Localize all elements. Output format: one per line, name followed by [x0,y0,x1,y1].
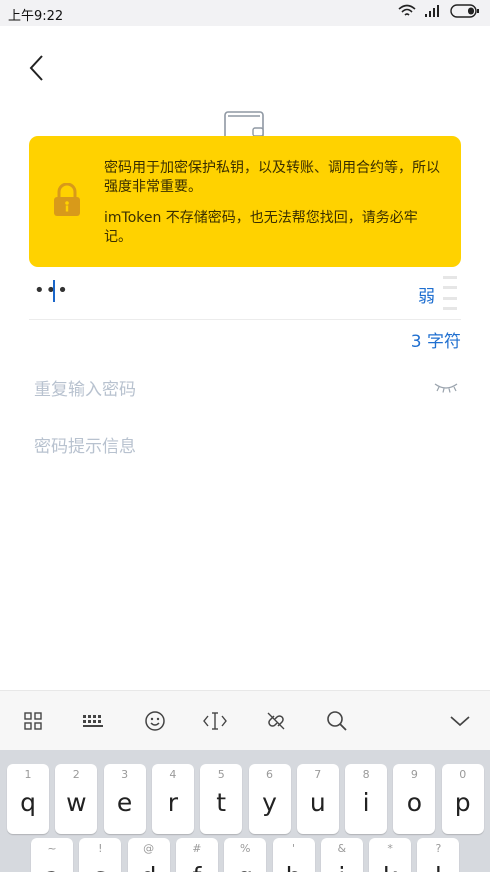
signal-icon [425,5,439,17]
key-q[interactable]: 1q [7,764,49,834]
key-secondary-label: * [387,842,393,855]
key-t[interactable]: 5t [200,764,243,834]
key-e[interactable]: 3e [103,764,146,834]
key-w[interactable]: 2w [55,764,98,834]
cursor-icon[interactable] [201,707,229,735]
key-i[interactable]: 8i [345,764,388,834]
key-u[interactable]: 7u [296,764,339,834]
key-secondary-label: @ [143,842,155,855]
key-o[interactable]: 9o [393,764,436,834]
grid-icon[interactable] [19,707,47,735]
eye-closed-icon[interactable] [433,382,459,394]
key-label: g [224,862,266,872]
key-p[interactable]: 0p [441,764,484,834]
key-label: r [167,788,179,817]
key-secondary-label: % [239,842,251,855]
search-icon[interactable] [323,707,351,735]
key-secondary-label: 0 [459,768,467,781]
key-secondary-label: ! [98,842,103,855]
key-k[interactable]: *k [369,838,412,872]
status-bar: 上午9:22 [0,0,490,26]
key-label: j [321,862,363,872]
key-l[interactable]: ?l [417,838,460,872]
key-secondary-label: 5 [217,768,225,781]
key-secondary-label: 3 [121,768,129,781]
collapse-icon[interactable] [446,707,474,735]
key-secondary-label: # [192,842,202,855]
key-label: t [216,788,227,817]
keyboard-icon[interactable] [79,707,107,735]
key-label: w [66,788,87,817]
key-label: y [262,788,277,817]
link-icon[interactable] [262,707,290,735]
key-a[interactable]: ~a [31,838,73,872]
key-label: p [454,788,471,817]
emoji-icon[interactable] [141,707,169,735]
key-label: f [176,862,218,872]
key-secondary-label: ~ [47,842,57,855]
wifi-icon [398,4,416,16]
key-label: s [79,862,121,872]
keyboard-toolbar [0,690,490,750]
key-label: l [417,862,459,872]
key-secondary-label: 6 [266,768,273,781]
key-label: d [128,862,170,872]
strength-meter [443,276,457,310]
key-r[interactable]: 4r [151,764,194,834]
key-secondary-label: 8 [362,768,370,781]
status-time: 上午9:22 [8,9,64,24]
key-secondary-label: ? [435,842,442,855]
key-f[interactable]: #f [175,838,218,872]
key-label: e [116,788,133,817]
key-label: a [31,862,73,872]
back-arrow-icon [29,55,43,81]
key-secondary-label: 7 [314,768,322,781]
password-tip-popup: 密码用于加密保护私钥，以及转账、调用合约等，所以强度非常重要。 imToken … [29,136,461,267]
key-y[interactable]: 6y [248,764,291,834]
key-d[interactable]: @d [127,838,170,872]
repeat-password-input[interactable] [34,380,394,400]
status-icons [398,4,480,18]
soft-keyboard: 1q2w3e4r5t6y7u8i9o0p ~a!s@d#f%g'h&j*k?l [0,750,490,872]
key-secondary-label: 2 [72,768,80,781]
tip-text-2: imToken 不存储密码，也无法帮您找回，请务必牢记。 [104,210,418,245]
password-value: ••• [34,280,69,301]
battery-icon [450,4,479,18]
key-secondary-label: 4 [169,768,177,781]
key-label: h [273,862,315,872]
key-g[interactable]: %g [224,838,267,872]
key-label: k [369,862,411,872]
key-secondary-label: 9 [410,768,418,781]
key-s[interactable]: !s [79,838,122,872]
key-label: q [20,788,36,817]
key-j[interactable]: &j [320,838,363,872]
key-secondary-label: ' [291,842,296,855]
tip-text-1: 密码用于加密保护私钥，以及转账、调用合约等，所以强度非常重要。 [104,160,440,195]
text-cursor [53,280,55,302]
password-hint-row [29,425,461,471]
key-label: u [309,788,326,817]
lock-icon [54,183,80,216]
key-label: i [362,788,370,817]
strength-label: 弱 [418,287,435,307]
key-secondary-label: 1 [24,768,32,781]
char-count: 3 字符 [410,332,461,352]
key-h[interactable]: 'h [272,838,315,872]
repeat-password-row [29,368,461,414]
password-hint-input[interactable] [34,437,394,457]
key-secondary-label: & [337,842,347,855]
key-label: o [406,788,423,817]
back-button[interactable] [18,48,54,88]
password-input-row[interactable]: ••• 弱 [29,272,461,320]
